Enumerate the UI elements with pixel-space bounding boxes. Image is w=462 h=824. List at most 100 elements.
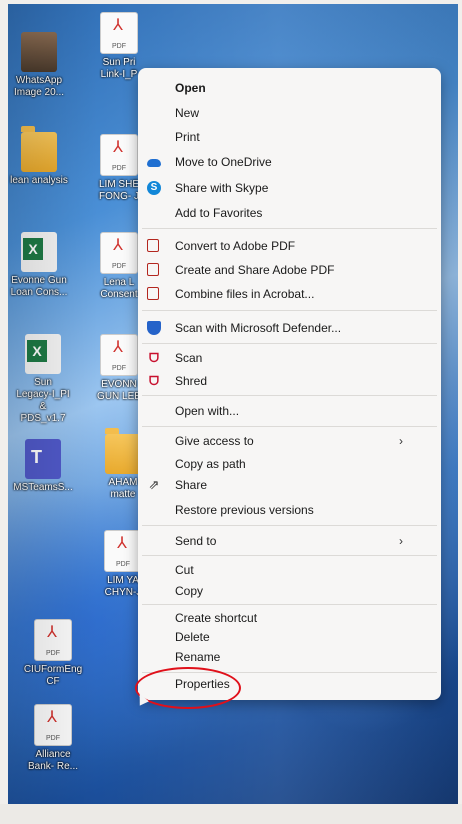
annotation-ring	[135, 667, 241, 709]
menu-item-label: Convert to Adobe PDF	[175, 239, 296, 253]
chevron-right-icon: ›	[399, 434, 403, 448]
excel-file-icon: X	[21, 232, 57, 272]
menu-separator	[142, 525, 437, 526]
desktop-icon-ciuformeng[interactable]: ⅄ PDF CIUFormEng CF	[22, 619, 84, 688]
menu-separator	[142, 343, 437, 344]
chevron-right-icon: ›	[399, 534, 403, 548]
acrobat-logo-icon: ⅄	[113, 139, 123, 156]
menu-item-label: Open	[175, 81, 206, 95]
menu-item-share[interactable]: ⇗ Share	[138, 473, 441, 497]
pdf-badge: PDF	[112, 43, 126, 50]
desktop-icon-lean-analysis[interactable]: lean analysis	[8, 126, 70, 187]
menu-item-send-to[interactable]: Send to ›	[138, 529, 441, 553]
desktop-icon-evonne-gun-loan[interactable]: X Evonne Gun Loan Cons...	[8, 232, 70, 299]
menu-item-combine-files-in-acrobat[interactable]: Combine files in Acrobat...	[138, 282, 441, 306]
context-menu: Open New Print Move to OneDrive S Share …	[138, 68, 441, 700]
menu-item-label: Copy	[175, 584, 204, 598]
defender-shield-icon	[147, 321, 161, 335]
acrobat-logo-icon: ⅄	[113, 237, 123, 254]
pdf-file-icon: ⅄ PDF	[34, 619, 72, 661]
desktop-icon-msteams[interactable]: T MSTeamsS...	[12, 439, 74, 494]
pdf-file-icon: ⅄ PDF	[100, 232, 138, 274]
menu-item-open-with[interactable]: Open with...	[138, 399, 441, 423]
acrobat-share-icon	[147, 263, 159, 276]
folder-icon	[21, 126, 57, 172]
pdf-badge: PDF	[116, 561, 130, 568]
menu-item-convert-to-adobe-pdf[interactable]: Convert to Adobe PDF	[138, 234, 441, 258]
acrobat-convert-icon	[147, 239, 159, 252]
pdf-file-icon: ⅄ PDF	[34, 704, 72, 746]
menu-item-label: Send to	[175, 534, 217, 548]
pdf-file-icon: ⅄ PDF	[100, 134, 138, 176]
teams-icon: T	[25, 439, 61, 479]
menu-item-label: Combine files in Acrobat...	[175, 287, 315, 301]
menu-item-print[interactable]: Print	[138, 125, 441, 149]
acrobat-logo-icon: ⅄	[113, 17, 123, 34]
pdf-file-icon: ⅄ PDF	[100, 334, 138, 376]
pdf-badge: PDF	[112, 365, 126, 372]
menu-item-give-access-to[interactable]: Give access to ›	[138, 429, 441, 453]
mcafee-icon: ᗜ	[149, 351, 159, 365]
pdf-file-icon: ⅄ PDF	[104, 530, 142, 572]
photo-border	[0, 804, 462, 824]
menu-item-label: Rename	[175, 650, 221, 664]
menu-item-label: Open with...	[175, 404, 240, 418]
skype-icon: S	[147, 181, 161, 195]
acrobat-combine-icon	[147, 287, 159, 300]
acrobat-logo-icon: ⅄	[47, 709, 57, 726]
menu-item-copy[interactable]: Copy	[138, 579, 441, 603]
excel-file-icon: X	[25, 334, 61, 374]
menu-item-rename[interactable]: Rename	[138, 645, 441, 669]
menu-item-label: Scan with Microsoft Defender...	[175, 321, 342, 335]
menu-item-label: Shred	[175, 374, 208, 388]
folder-icon	[105, 428, 141, 474]
menu-item-label: Share with Skype	[175, 181, 269, 195]
menu-item-label: Print	[175, 130, 200, 144]
pdf-badge: PDF	[112, 263, 126, 270]
menu-separator	[142, 395, 437, 396]
pdf-badge: PDF	[46, 650, 60, 657]
desktop-icon-label: MSTeamsS...	[13, 482, 73, 493]
menu-item-restore-previous-versions[interactable]: Restore previous versions	[138, 498, 441, 522]
menu-item-add-to-favorites[interactable]: Add to Favorites	[138, 201, 441, 225]
desktop-icon-alliance-bank[interactable]: ⅄ PDF Alliance Bank- Re...	[22, 704, 84, 773]
menu-item-scan[interactable]: ᗜ Scan	[138, 346, 441, 370]
onedrive-cloud-icon	[147, 159, 161, 167]
desktop-icon-sun-legacy[interactable]: X Sun Legacy-I_PI & PDS_v1.7	[12, 334, 74, 425]
menu-item-label: Give access to	[175, 434, 254, 448]
acrobat-logo-icon: ⅄	[47, 624, 57, 641]
desktop-icon-label: WhatsApp Image 20...	[13, 75, 65, 98]
menu-separator	[142, 555, 437, 556]
menu-item-move-to-onedrive[interactable]: Move to OneDrive	[138, 150, 441, 174]
menu-item-label: Move to OneDrive	[175, 155, 272, 169]
image-file-icon	[21, 32, 57, 72]
desktop-icon-label: Alliance Bank- Re...	[27, 749, 79, 772]
share-icon: ⇗	[148, 477, 160, 492]
mcafee-icon: ᗜ	[149, 374, 159, 388]
menu-item-label: Add to Favorites	[175, 206, 263, 220]
acrobat-logo-icon: ⅄	[113, 339, 123, 356]
pdf-badge: PDF	[46, 735, 60, 742]
desktop-icon-label: Evonne Gun Loan Cons...	[10, 275, 68, 298]
pdf-badge: PDF	[112, 165, 126, 172]
menu-separator	[142, 310, 437, 311]
pdf-file-icon: ⅄ PDF	[100, 12, 138, 54]
menu-item-share-with-skype[interactable]: S Share with Skype	[138, 176, 441, 200]
desktop-icon-label: lean analysis	[10, 175, 68, 186]
desktop-icon-whatsapp-image[interactable]: WhatsApp Image 20...	[8, 32, 70, 99]
desktop-icon-label: Sun Legacy-I_PI & PDS_v1.7	[16, 377, 70, 424]
menu-item-label: New	[175, 106, 200, 120]
menu-item-label: Share	[175, 478, 208, 492]
menu-separator	[142, 426, 437, 427]
menu-item-new[interactable]: New	[138, 101, 441, 125]
menu-separator	[142, 228, 437, 229]
menu-item-label: Scan	[175, 351, 203, 365]
menu-item-create-and-share-adobe-pdf[interactable]: Create and Share Adobe PDF	[138, 258, 441, 282]
desktop-icon-label: CIUFormEng CF	[23, 664, 83, 687]
acrobat-logo-icon: ⅄	[117, 535, 127, 552]
menu-item-shred[interactable]: ᗜ Shred	[138, 369, 441, 393]
menu-item-scan-with-defender[interactable]: Scan with Microsoft Defender...	[138, 316, 441, 340]
menu-item-open[interactable]: Open	[138, 76, 441, 100]
menu-item-label: Create and Share Adobe PDF	[175, 263, 335, 277]
menu-separator	[142, 604, 437, 605]
